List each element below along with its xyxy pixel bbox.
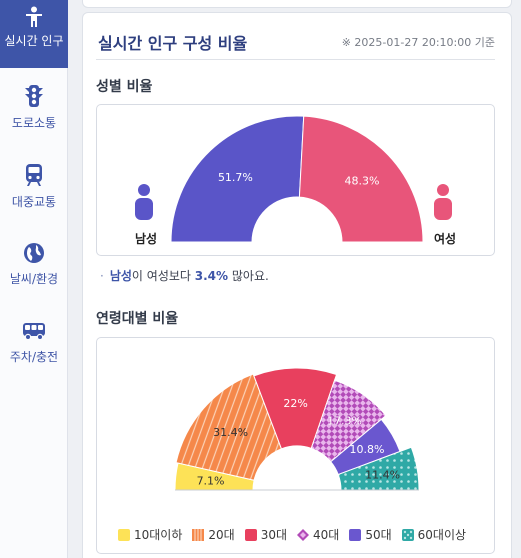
sidebar-item-label: 날씨/환경 xyxy=(9,272,59,286)
sidebar-item-label: 대중교통 xyxy=(11,195,57,209)
age-section-title: 연령대별 비율 xyxy=(96,311,179,327)
subway-icon xyxy=(26,164,42,186)
note-tail: 많아요. xyxy=(228,269,269,283)
legend-swatch xyxy=(349,528,362,541)
sidebar-item-transit[interactable]: 대중교통 xyxy=(0,163,68,210)
gender-comparison-note: · 남성이 여성보다 3.4% 많아요. xyxy=(100,267,269,284)
bullet-icon: · xyxy=(100,269,104,283)
legend-label: 30대 xyxy=(260,528,288,542)
legend-swatch xyxy=(192,528,205,541)
legend-swatch xyxy=(244,528,257,541)
age-legend: 10대이하 20대 30대 40대 50대 60대이상 xyxy=(118,526,476,543)
female-slice-label: 48.3% xyxy=(344,174,379,187)
previous-panel-edge xyxy=(82,0,512,8)
sidebar-item-parking[interactable]: 주차/충전 xyxy=(0,320,68,365)
sidebar-item-weather[interactable]: 날씨/환경 xyxy=(0,242,68,287)
legend-item-10: 10대이하 xyxy=(118,526,182,543)
legend-label: 10대이하 xyxy=(134,528,183,542)
legend-swatch xyxy=(401,528,414,541)
bus-icon xyxy=(23,323,45,341)
female-label: 여성 xyxy=(434,232,457,246)
note-value: 3.4% xyxy=(194,269,229,283)
male-label: 남성 xyxy=(135,232,158,246)
age-chart: 7.1% 31.4% 22% 17.3% 10.8% 11.4% xyxy=(174,367,420,491)
timestamp: ※ 2025-01-27 20:10:00 기준 xyxy=(341,36,495,49)
legend-swatch xyxy=(118,528,130,541)
age-slice-40-label: 17.3% xyxy=(327,415,362,428)
globe-icon xyxy=(24,243,44,263)
legend-label: 40대 xyxy=(313,528,340,542)
age-slice-50-label: 10.8% xyxy=(350,443,385,456)
person-icon xyxy=(26,6,42,27)
sidebar-item-traffic[interactable]: 도로소통 xyxy=(0,84,68,131)
gender-chart-card: 51.7% 48.3% 남성 여성 xyxy=(96,104,495,256)
legend-item-30: 30대 xyxy=(244,526,288,543)
legend-swatch xyxy=(297,528,310,541)
age-slice-10-label: 7.1% xyxy=(197,474,225,487)
sidebar-item-label: 주차/충전 xyxy=(9,350,59,364)
legend-item-40: 40대 xyxy=(297,526,339,543)
age-slice-20-label: 31.4% xyxy=(213,426,248,439)
male-slice-label: 51.7% xyxy=(218,171,253,184)
gender-arcs xyxy=(170,115,424,243)
traffic-light-icon xyxy=(25,85,43,107)
sidebar: 실시간 인구 도로소통 대중교통 날씨/환경 주차/충전 xyxy=(0,0,68,558)
legend-label: 20대 xyxy=(208,528,235,542)
legend-item-20: 20대 xyxy=(192,526,235,543)
note-subject: 남성 xyxy=(109,269,132,283)
page-title: 실시간 인구 구성 비율 xyxy=(98,34,248,53)
sidebar-item-population[interactable]: 실시간 인구 xyxy=(0,0,68,68)
divider xyxy=(96,59,495,60)
age-chart-card: 7.1% 31.4% 22% 17.3% 10.8% 11.4% xyxy=(96,337,495,554)
age-slice-30-label: 22% xyxy=(283,397,307,410)
sidebar-item-label: 도로소통 xyxy=(11,116,57,130)
legend-label: 50대 xyxy=(365,528,392,542)
legend-item-60: 60대이상 xyxy=(401,526,467,543)
sidebar-item-label: 실시간 인구 xyxy=(4,34,64,48)
female-person-icon xyxy=(434,184,452,220)
age-slice-60-label: 11.4% xyxy=(365,469,400,482)
legend-label: 60대이상 xyxy=(417,528,467,542)
male-person-icon xyxy=(135,184,153,220)
gender-section-title: 성별 비율 xyxy=(96,79,153,95)
note-mid: 이 여성보다 xyxy=(131,269,195,283)
legend-item-50: 50대 xyxy=(349,526,392,543)
